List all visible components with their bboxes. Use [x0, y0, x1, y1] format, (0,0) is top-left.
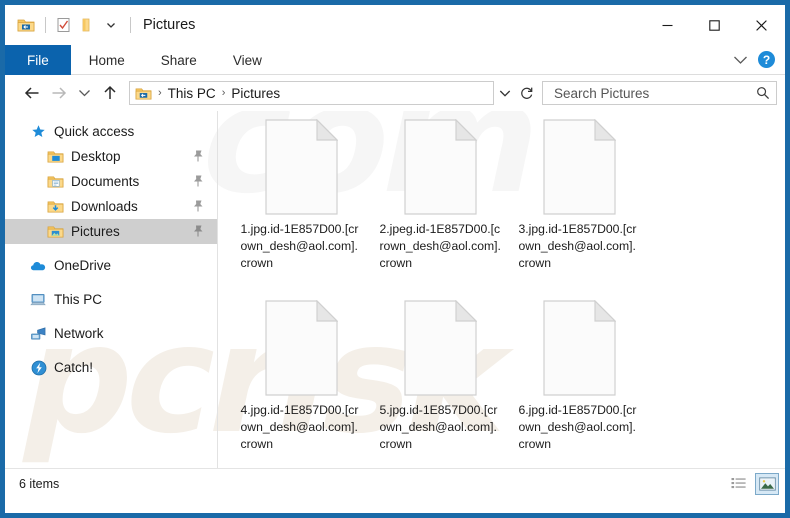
toolbar-separator	[45, 17, 46, 33]
recent-locations-button[interactable]	[71, 80, 97, 106]
explorer-icon[interactable]	[15, 14, 37, 36]
pin-icon[interactable]	[192, 199, 204, 213]
file-name-label: 5.jpg.id-1E857D00.[crown_desh@aol.com].c…	[379, 403, 498, 451]
star-icon	[30, 123, 47, 140]
pin-icon[interactable]	[192, 224, 204, 238]
file-name-label: 6.jpg.id-1E857D00.[crown_desh@aol.com].c…	[518, 403, 637, 451]
large-icons-view-button[interactable]	[755, 472, 779, 495]
search-icon[interactable]	[756, 86, 770, 100]
pictures-folder-icon	[47, 223, 64, 240]
network-icon	[30, 325, 47, 342]
breadcrumb-this-pc[interactable]: This PC	[165, 86, 219, 101]
tab-file[interactable]: File	[5, 45, 71, 75]
explorer-body: Quick access Desktop Documents Downloads…	[5, 111, 785, 468]
pin-icon[interactable]	[192, 174, 204, 188]
close-button[interactable]	[738, 5, 785, 45]
sidebar-item-onedrive[interactable]: OneDrive	[5, 253, 218, 278]
file-item[interactable]: 5.jpg.id-1E857D00.[crown_desh@aol.com].c…	[371, 296, 510, 468]
sidebar-item-label: Network	[54, 326, 104, 341]
sidebar-item-catch[interactable]: Catch!	[5, 355, 218, 380]
up-button[interactable]	[97, 80, 123, 106]
title-bar: Pictures	[5, 5, 785, 45]
sidebar-item-label: Pictures	[71, 224, 120, 239]
sidebar-item-this-pc[interactable]: This PC	[5, 287, 218, 312]
this-pc-icon	[30, 291, 47, 308]
ribbon-right-controls: ?	[733, 45, 785, 74]
properties-icon[interactable]	[52, 14, 74, 36]
tab-share[interactable]: Share	[143, 45, 215, 75]
file-name-label: 1.jpg.id-1E857D00.[crown_desh@aol.com].c…	[240, 222, 359, 270]
address-bar[interactable]: › This PC › Pictures	[129, 81, 494, 105]
item-count-label: 6 items	[19, 476, 60, 491]
sidebar-item-label: This PC	[54, 292, 103, 307]
details-view-button[interactable]	[727, 473, 751, 495]
sidebar-item-network[interactable]: Network	[5, 321, 218, 346]
minimize-button[interactable]	[644, 5, 691, 45]
sidebar-item-desktop[interactable]: Desktop	[5, 144, 218, 169]
sidebar-item-label: OneDrive	[54, 258, 112, 273]
sidebar-item-label: Catch!	[54, 360, 94, 375]
navigation-pane: Quick access Desktop Documents Downloads…	[5, 111, 218, 468]
blank-document-icon	[543, 300, 616, 396]
toolbar-separator-2	[130, 17, 131, 33]
file-name-label: 3.jpg.id-1E857D00.[crown_desh@aol.com].c…	[518, 222, 637, 270]
window-controls	[644, 5, 785, 45]
blank-document-icon	[404, 119, 477, 215]
customize-qat-icon[interactable]	[100, 14, 122, 36]
window-title: Pictures	[143, 17, 196, 33]
blank-document-icon	[404, 300, 477, 396]
forward-button[interactable]	[45, 80, 71, 106]
file-item[interactable]: 2.jpeg.id-1E857D00.[crown_desh@aol.com].…	[371, 115, 510, 296]
file-item[interactable]: 6.jpg.id-1E857D00.[crown_desh@aol.com].c…	[510, 296, 649, 468]
onedrive-cloud-icon	[30, 257, 47, 274]
pin-icon[interactable]	[192, 149, 204, 163]
breadcrumb-pictures[interactable]: Pictures	[228, 86, 283, 101]
sidebar-item-label: Quick access	[54, 124, 135, 139]
file-name-label: 4.jpg.id-1E857D00.[crown_desh@aol.com].c…	[240, 403, 359, 451]
back-button[interactable]	[19, 80, 45, 106]
sidebar-item-label: Downloads	[71, 199, 138, 214]
downloads-folder-icon	[47, 198, 64, 215]
desktop-folder-icon	[47, 148, 64, 165]
sidebar-item-label: Documents	[71, 174, 140, 189]
sidebar-item-downloads[interactable]: Downloads	[5, 194, 218, 219]
maximize-button[interactable]	[691, 5, 738, 45]
breadcrumb-separator-1: ›	[221, 87, 226, 99]
address-folder-icon	[135, 86, 152, 101]
documents-folder-icon	[47, 173, 64, 190]
blank-document-icon	[265, 119, 338, 215]
blank-document-icon	[265, 300, 338, 396]
search-input[interactable]	[552, 84, 756, 102]
sidebar-item-quick-access[interactable]: Quick access	[5, 119, 218, 144]
blank-document-icon	[543, 119, 616, 215]
chevron-down-icon[interactable]	[733, 55, 748, 65]
file-name-label: 2.jpeg.id-1E857D00.[crown_desh@aol.com].…	[379, 222, 501, 270]
view-mode-buttons	[727, 472, 779, 495]
refresh-button[interactable]	[516, 81, 538, 105]
file-item[interactable]: 4.jpg.id-1E857D00.[crown_desh@aol.com].c…	[232, 296, 371, 468]
address-toolbar: › This PC › Pictures	[5, 75, 785, 111]
tab-view[interactable]: View	[215, 45, 280, 75]
catch-app-icon	[30, 359, 47, 376]
file-item[interactable]: 3.jpg.id-1E857D00.[crown_desh@aol.com].c…	[510, 115, 649, 296]
ribbon-tab-bar: File Home Share View ?	[5, 45, 785, 75]
file-grid: 1.jpg.id-1E857D00.[crown_desh@aol.com].c…	[232, 115, 785, 468]
sidebar-item-pictures[interactable]: Pictures	[5, 219, 218, 244]
help-button[interactable]: ?	[758, 51, 775, 68]
breadcrumb-separator-0: ›	[158, 87, 162, 99]
sidebar-item-label: Desktop	[71, 149, 121, 164]
sidebar-item-documents[interactable]: Documents	[5, 169, 218, 194]
address-dropdown-button[interactable]	[494, 81, 516, 105]
new-folder-icon[interactable]	[76, 14, 98, 36]
file-item[interactable]: 1.jpg.id-1E857D00.[crown_desh@aol.com].c…	[232, 115, 371, 296]
tab-home[interactable]: Home	[71, 45, 143, 75]
search-box[interactable]	[542, 81, 777, 105]
explorer-window: pcrisk com Pictures File Home Share View…	[0, 0, 790, 518]
status-bar: 6 items	[5, 468, 785, 498]
file-list-pane[interactable]: 1.jpg.id-1E857D00.[crown_desh@aol.com].c…	[218, 111, 785, 468]
